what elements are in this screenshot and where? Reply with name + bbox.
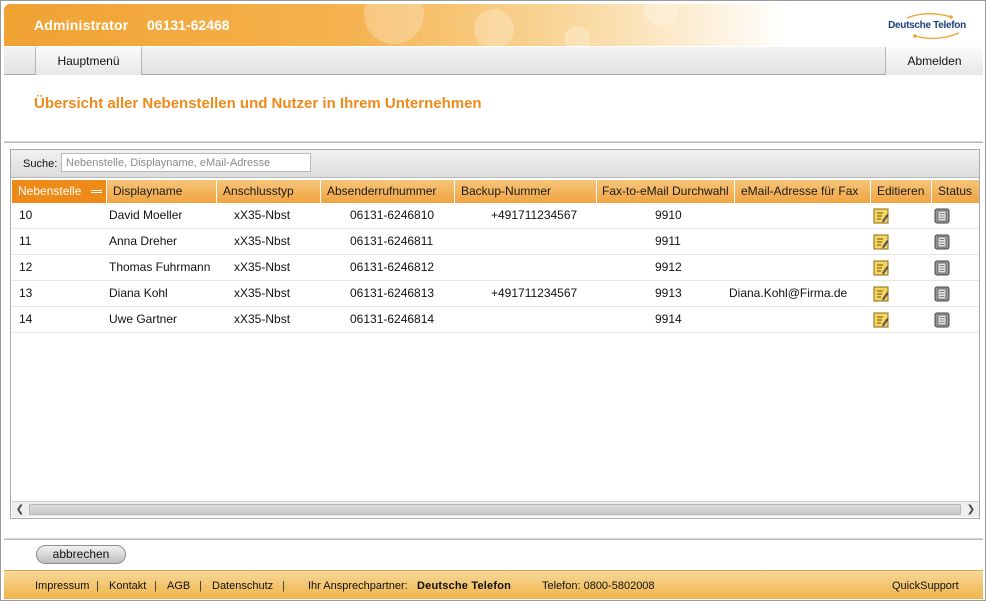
- cell-fax-durchwahl: 9912: [655, 260, 682, 274]
- cell-anschlusstyp: xX35-Nbst: [234, 234, 291, 248]
- decor-bubble: [564, 26, 590, 46]
- edit-note-icon[interactable]: [873, 286, 889, 302]
- extensions-grid-panel: Suche: Nebenstelle Displayname Anschluss…: [10, 149, 980, 519]
- footer-separator: |: [154, 580, 157, 592]
- company-logo: Deutsche Telefon: [885, 12, 969, 40]
- grid-header: Nebenstelle Displayname Anschlusstyp Abs…: [12, 180, 979, 203]
- cell-anschlusstyp: xX35-Nbst: [234, 286, 291, 300]
- cell-nebenstelle: 10: [19, 208, 33, 222]
- horizontal-scrollbar[interactable]: ❮ ❯: [12, 501, 979, 517]
- cell-displayname: Uwe Gartner: [109, 312, 178, 326]
- status-device-icon[interactable]: [934, 234, 950, 250]
- sort-ascending-icon: [91, 190, 102, 193]
- scroll-left-icon[interactable]: ❮: [12, 502, 28, 517]
- cell-anschlusstyp: xX35-Nbst: [234, 260, 291, 274]
- footer: Impressum | Kontakt | AGB | Datenschutz …: [4, 570, 983, 599]
- table-row[interactable]: 13 Diana Kohl xX35-Nbst 06131-6246813 +4…: [12, 281, 979, 307]
- cell-absender: 06131-6246812: [350, 260, 435, 274]
- divider: [4, 538, 983, 540]
- footer-link-impressum[interactable]: Impressum: [35, 580, 89, 592]
- user-role: Administrator: [34, 17, 129, 33]
- scrollbar-thumb[interactable]: [29, 504, 961, 515]
- page-title: Übersicht aller Nebenstellen und Nutzer …: [34, 95, 482, 112]
- edit-note-icon[interactable]: [873, 312, 889, 328]
- cell-fax-email: Diana.Kohl@Firma.de: [729, 286, 848, 300]
- grid-body: 10 David Moeller xX35-Nbst 06131-6246810…: [12, 203, 979, 501]
- column-header-label: Nebenstelle: [18, 184, 82, 198]
- column-header-fax-email[interactable]: eMail-Adresse für Fax: [735, 180, 871, 203]
- footer-contact-label: Ihr Ansprechpartner:: [308, 580, 408, 592]
- cell-fax-durchwahl: 9914: [655, 312, 682, 326]
- cell-backup: +491711234567: [491, 286, 578, 300]
- cell-displayname: Thomas Fuhrmann: [109, 260, 211, 274]
- footer-separator: |: [96, 580, 99, 592]
- logout-button[interactable]: Abmelden: [885, 47, 983, 75]
- cell-displayname: Anna Dreher: [109, 234, 178, 248]
- table-row[interactable]: 10 David Moeller xX35-Nbst 06131-6246810…: [12, 203, 979, 229]
- table-row[interactable]: 14 Uwe Gartner xX35-Nbst 06131-6246814 9…: [12, 307, 979, 333]
- footer-phone: Telefon: 0800-5802008: [542, 580, 655, 592]
- cell-anschlusstyp: xX35-Nbst: [234, 208, 291, 222]
- search-input[interactable]: [61, 153, 311, 172]
- edit-note-icon[interactable]: [873, 208, 889, 224]
- cell-fax-durchwahl: 9911: [655, 234, 681, 248]
- table-row[interactable]: 11 Anna Dreher xX35-Nbst 06131-6246811 9…: [12, 229, 979, 255]
- decor-bubble: [474, 9, 514, 46]
- main-menu-button[interactable]: Hauptmenü: [35, 47, 142, 75]
- footer-separator: |: [282, 580, 285, 592]
- footer-link-agb[interactable]: AGB: [167, 580, 190, 592]
- scroll-right-icon[interactable]: ❯: [963, 502, 979, 517]
- decor-bubble: [644, 4, 678, 26]
- edit-note-icon[interactable]: [873, 234, 889, 250]
- column-header-fax-durchwahl[interactable]: Fax-to-eMail Durchwahl: [597, 180, 735, 203]
- top-header: Administrator 06131-62468 Deutsche Telef…: [4, 4, 983, 46]
- cell-fax-durchwahl: 9913: [655, 286, 682, 300]
- decor-bubble: [364, 4, 424, 44]
- app-window: Administrator 06131-62468 Deutsche Telef…: [0, 0, 986, 601]
- column-header-displayname[interactable]: Displayname: [107, 180, 217, 203]
- nav-bar: Hauptmenü Abmelden: [4, 46, 983, 75]
- divider: [4, 141, 983, 143]
- cell-displayname: David Moeller: [109, 208, 183, 222]
- status-device-icon[interactable]: [934, 312, 950, 328]
- cell-absender: 06131-6246811: [350, 234, 434, 248]
- logo-text: Deutsche Telefon: [888, 20, 966, 31]
- status-device-icon[interactable]: [934, 208, 950, 224]
- footer-link-datenschutz[interactable]: Datenschutz: [212, 580, 273, 592]
- cell-displayname: Diana Kohl: [109, 286, 168, 300]
- column-header-status[interactable]: Status: [932, 180, 979, 203]
- column-header-anschlusstyp[interactable]: Anschlusstyp: [217, 180, 321, 203]
- status-device-icon[interactable]: [934, 260, 950, 276]
- table-row[interactable]: 12 Thomas Fuhrmann xX35-Nbst 06131-62468…: [12, 255, 979, 281]
- cell-nebenstelle: 11: [19, 234, 32, 248]
- search-label: Suche:: [23, 158, 58, 170]
- footer-link-kontakt[interactable]: Kontakt: [109, 580, 146, 592]
- cell-anschlusstyp: xX35-Nbst: [234, 312, 291, 326]
- cell-absender: 06131-6246814: [350, 312, 435, 326]
- cell-nebenstelle: 13: [19, 286, 33, 300]
- cancel-button[interactable]: abbrechen: [36, 545, 126, 564]
- column-header-editieren[interactable]: Editieren: [871, 180, 932, 203]
- cell-nebenstelle: 12: [19, 260, 33, 274]
- cell-fax-durchwahl: 9910: [655, 208, 682, 222]
- cell-absender: 06131-6246813: [350, 286, 435, 300]
- footer-separator: |: [199, 580, 202, 592]
- column-header-nebenstelle[interactable]: Nebenstelle: [12, 180, 107, 203]
- edit-note-icon[interactable]: [873, 260, 889, 276]
- footer-contact-brand: Deutsche Telefon: [417, 580, 512, 592]
- footer-link-quicksupport[interactable]: QuickSupport: [892, 580, 959, 592]
- column-header-absenderrufnummer[interactable]: Absenderrufnummer: [321, 180, 455, 203]
- column-header-backup-nummer[interactable]: Backup-Nummer: [455, 180, 597, 203]
- cell-backup: +491711234567: [491, 208, 578, 222]
- status-device-icon[interactable]: [934, 286, 950, 302]
- cell-nebenstelle: 14: [19, 312, 33, 326]
- search-bar: Suche:: [11, 150, 979, 178]
- cell-absender: 06131-6246810: [350, 208, 435, 222]
- account-number: 06131-62468: [147, 17, 230, 33]
